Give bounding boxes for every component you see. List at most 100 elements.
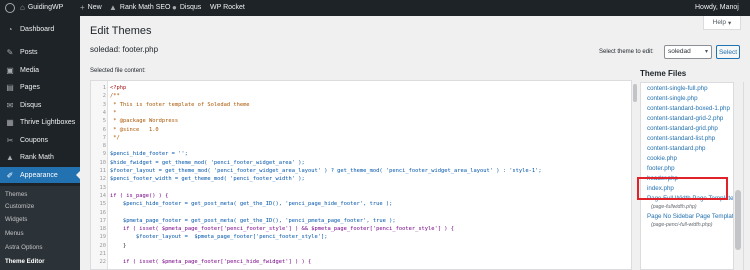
code-text: $penci_hide_footer = ''; [110,151,188,158]
theme-file-description: (page-fullwidth.php) [651,204,697,210]
theme-files-scrollbar-thumb[interactable] [735,190,741,250]
howdy-label: Howdy, Manoj [695,4,739,11]
theme-file-description: (page-penci-full-width.php) [651,222,713,228]
disqus-link[interactable]: ● Disqus [172,0,201,16]
new-content-link[interactable]: + New [80,0,102,16]
sidebar-label: Appearance [20,171,58,179]
wp-rocket-label: WP Rocket [210,4,245,11]
code-text: $footer_layout = get_theme_mod( 'penci_f… [110,168,542,174]
site-name-label: GuidingWP [27,4,64,11]
submenu-customize[interactable]: Customize [5,203,34,210]
select-theme-button[interactable]: Select [716,45,740,59]
sidebar-item-thrive-lightboxes[interactable]: ▦ Thrive Lightboxes [0,114,80,130]
code-text: $penci_footer_width = get_theme_mod( 'pe… [110,176,305,183]
sidebar-label: Pages [20,83,40,91]
line-number: 8 [102,143,106,150]
user-account-link[interactable]: Howdy, Manoj [695,0,739,16]
admin-sidebar: ◔ Dashboard ✎ Posts ▣ Media ▤ Pages ✉ Di… [0,16,80,270]
wp-rocket-link[interactable]: WP Rocket [210,0,245,16]
theme-file-link[interactable]: content-standard-list.php [647,135,715,142]
code-text: $pmeta_page_footer = get_post_meta( get_… [110,217,396,224]
submenu-theme-editor[interactable]: Theme Editor [5,258,45,265]
code-text: $footer_layout = $pmeta_page_footer['pen… [110,234,328,241]
sidebar-item-rank-math[interactable]: ▲ Rank Math [0,149,80,165]
theme-select-value: soledad [668,48,691,55]
sidebar-item-media[interactable]: ▣ Media [0,62,80,78]
editor-scrollbar-thumb[interactable] [633,84,637,102]
site-name-link[interactable]: ⌂ GuidingWP [20,0,63,16]
line-number: 18 [99,226,107,233]
wordpress-icon [5,3,15,13]
theme-file-link[interactable]: footer.php [647,165,675,172]
wordpress-logo[interactable] [5,0,15,16]
rank-math-link[interactable]: ▲ Rank Math SEO [109,0,171,16]
sidebar-label: Posts [20,48,38,56]
line-number: 4 [102,109,106,116]
sidebar-item-disqus[interactable]: ✉ Disqus [0,97,80,113]
sidebar-item-coupons[interactable]: ✂ Coupons [0,132,80,148]
footer-file-highlight-box [637,177,728,200]
appearance-submenu: Themes Customize Widgets Menus Astra Opt… [0,186,80,270]
code-text: $penci_hide_footer = get_post_meta( get_… [110,201,393,208]
lightbox-icon: ▦ [6,117,14,127]
submenu-widgets[interactable]: Widgets [5,216,27,223]
sidebar-item-pages[interactable]: ▤ Pages [0,79,80,95]
line-number: 22 [99,259,107,266]
theme-files-list: content-single-full.php content-single.ph… [640,82,744,270]
submenu-astra-options[interactable]: Astra Options [5,244,43,251]
code-text: } [110,242,127,249]
code-editor[interactable]: 1 <?php 2 /** 3 * This is footer template of… [90,80,632,270]
line-number: 19 [99,234,107,241]
line-number: 9 [102,151,106,158]
rank-math-label: Rank Math SEO [119,4,171,11]
coupon-icon: ✂ [6,135,14,145]
theme-file-link[interactable]: cookie.php [647,155,677,162]
theme-file-link[interactable]: content-standard-grid.php [647,125,718,132]
disqus-icon: ✉ [6,100,14,110]
sidebar-label: Media [20,66,40,74]
theme-select[interactable]: soledad ▾ [664,45,712,59]
code-text: /** [110,93,120,100]
submenu-themes[interactable]: Themes [5,191,27,198]
help-label: Help [712,19,727,26]
sidebar-item-posts[interactable]: ✎ Posts [0,44,80,60]
sidebar-label: Disqus [20,101,42,109]
theme-file-link[interactable]: content-standard.php [647,145,705,152]
file-title: soledad: footer.php [90,45,159,54]
rank-math-bar-icon: ▲ [109,3,117,12]
sidebar-item-appearance[interactable]: ✐ Appearance [0,167,80,183]
pushpin-icon: ✎ [6,47,14,57]
code-text: */ [110,134,120,141]
submenu-menus[interactable]: Menus [5,230,24,237]
theme-file-link[interactable]: content-single.php [647,95,698,102]
sidebar-item-dashboard[interactable]: ◔ Dashboard [0,21,80,37]
rank-math-icon: ▲ [6,152,14,162]
pages-icon: ▤ [6,82,14,92]
line-number: 5 [102,118,106,125]
line-number: 15 [99,201,107,208]
sidebar-label: Rank Math [20,153,54,161]
line-number: 11 [99,168,107,174]
help-tab-button[interactable]: Help ▾ [703,16,741,30]
line-number: 17 [99,217,107,224]
line-number: 6 [102,126,106,133]
home-icon: ⌂ [20,3,25,12]
chevron-down-icon: ▾ [728,19,732,27]
editor-scrollbar[interactable] [632,80,638,270]
theme-file-link[interactable]: content-single-full.php [647,85,708,92]
theme-file-link[interactable]: content-standard-grid-2.php [647,115,723,122]
line-number: 2 [102,93,106,100]
theme-file-link[interactable]: Page No Sidebar Page Template [647,213,737,220]
media-icon: ▣ [6,65,14,75]
code-text: if ( isset( $pmeta_page_footer['penci_hi… [110,259,312,266]
select-theme-label: Select theme to edit: [599,49,654,55]
line-number: 3 [102,101,106,108]
line-number: 13 [99,184,107,191]
admin-bar: ⌂ GuidingWP + New ▲ Rank Math SEO ● Disq… [0,0,750,16]
chevron-down-icon: ▾ [704,49,708,55]
code-text: if ( is_page() ) { [110,192,169,199]
sidebar-label: Thrive Lightboxes [20,118,76,126]
line-number: 16 [99,209,107,216]
theme-file-link[interactable]: content-standard-boxed-1.php [647,105,730,112]
line-number: 21 [99,251,107,257]
